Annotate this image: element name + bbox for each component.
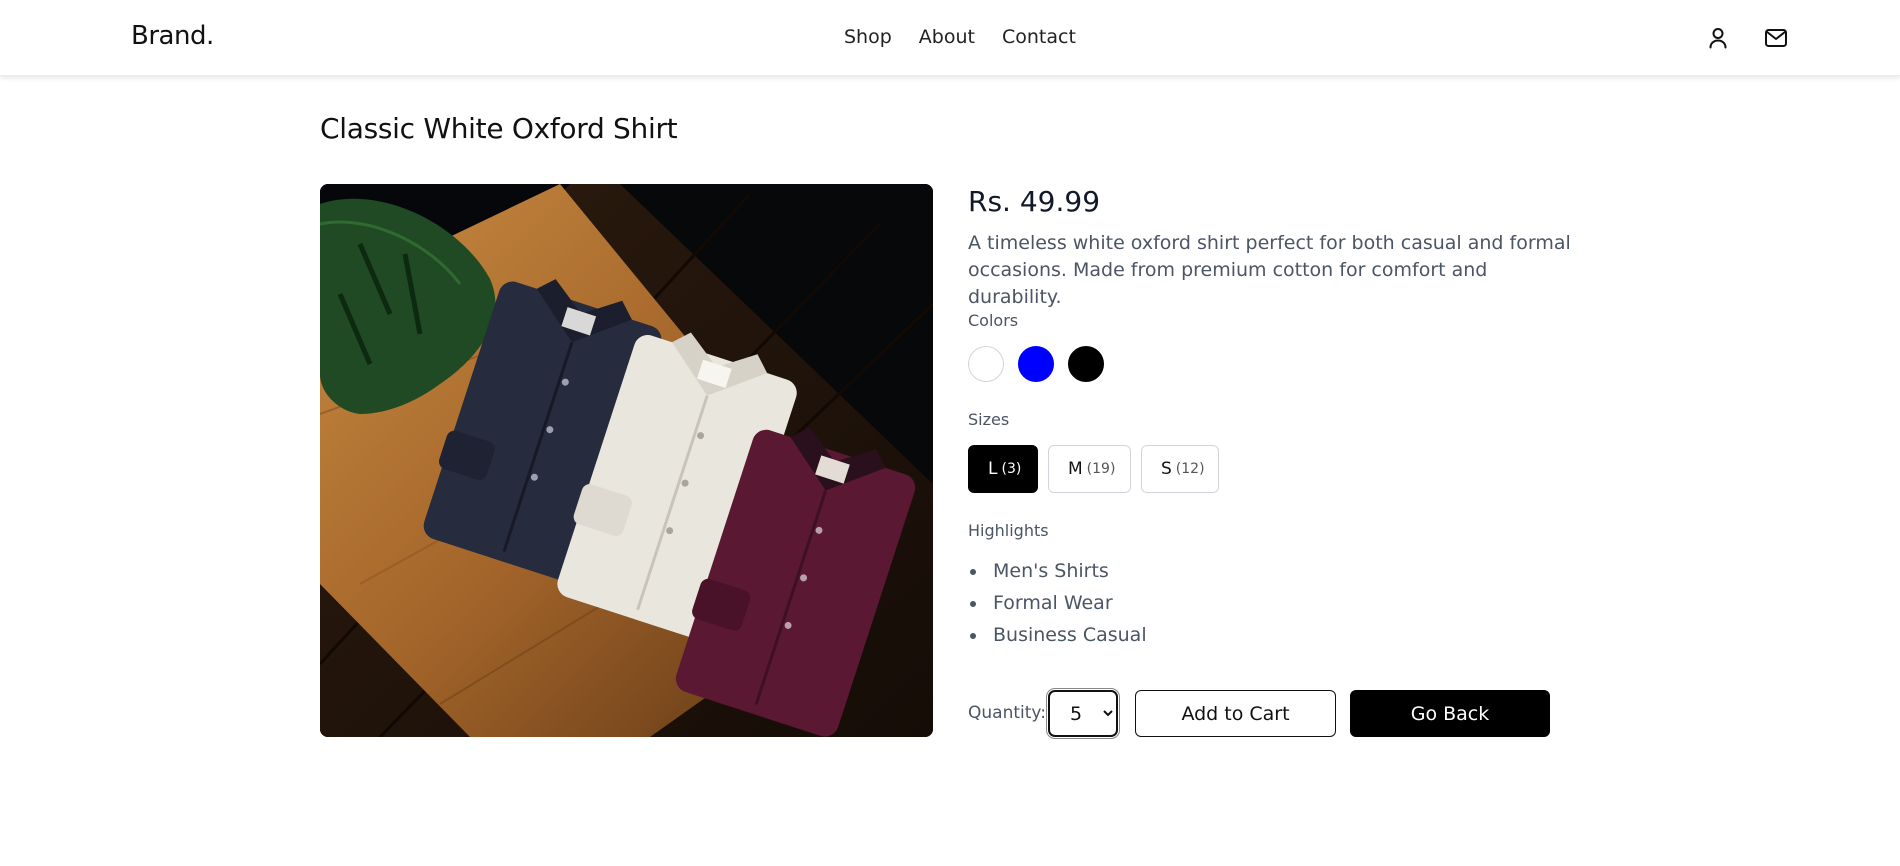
size-stock-count: (12) <box>1175 461 1205 477</box>
size-options: L (3) M (19) S (12) <box>968 445 1219 493</box>
brand-logo[interactable]: Brand. <box>131 21 214 51</box>
product-image <box>320 184 933 737</box>
go-back-button[interactable]: Go Back <box>1350 690 1550 737</box>
main-nav: Shop About Contact <box>844 26 1076 48</box>
quantity-label: Quantity: <box>968 703 1046 723</box>
product-description: A timeless white oxford shirt perfect fo… <box>968 232 1571 308</box>
nav-contact-link[interactable]: Contact <box>1002 26 1076 48</box>
user-icon[interactable] <box>1704 24 1732 52</box>
color-swatches <box>968 346 1104 382</box>
color-swatch-white[interactable] <box>968 346 1004 382</box>
nav-about-link[interactable]: About <box>919 26 975 48</box>
highlights-label: Highlights <box>968 521 1049 540</box>
mail-icon[interactable] <box>1762 24 1790 52</box>
size-button-m[interactable]: M (19) <box>1048 445 1131 493</box>
highlight-item: Men's Shirts <box>968 555 1147 587</box>
color-swatch-blue[interactable] <box>1018 346 1054 382</box>
size-label: S <box>1161 459 1172 479</box>
highlight-item: Business Casual <box>968 619 1147 651</box>
color-swatch-black[interactable] <box>1068 346 1104 382</box>
size-label: L <box>988 459 998 479</box>
size-stock-count: (3) <box>1001 461 1022 477</box>
add-to-cart-button[interactable]: Add to Cart <box>1135 690 1336 737</box>
size-label: M <box>1068 459 1083 479</box>
product-price: Rs. 49.99 <box>968 185 1101 218</box>
colors-label: Colors <box>968 311 1019 330</box>
size-stock-count: (19) <box>1086 461 1116 477</box>
size-button-l[interactable]: L (3) <box>968 445 1038 493</box>
nav-shop-link[interactable]: Shop <box>844 26 892 48</box>
product-title: Classic White Oxford Shirt <box>320 112 678 145</box>
highlight-item: Formal Wear <box>968 587 1147 619</box>
top-navbar: Brand. Shop About Contact <box>0 0 1900 76</box>
size-button-s[interactable]: S (12) <box>1141 445 1219 493</box>
sizes-label: Sizes <box>968 410 1010 429</box>
quantity-select[interactable]: 5 <box>1048 690 1118 737</box>
highlights-list: Men's Shirts Formal Wear Business Casual <box>968 555 1147 651</box>
